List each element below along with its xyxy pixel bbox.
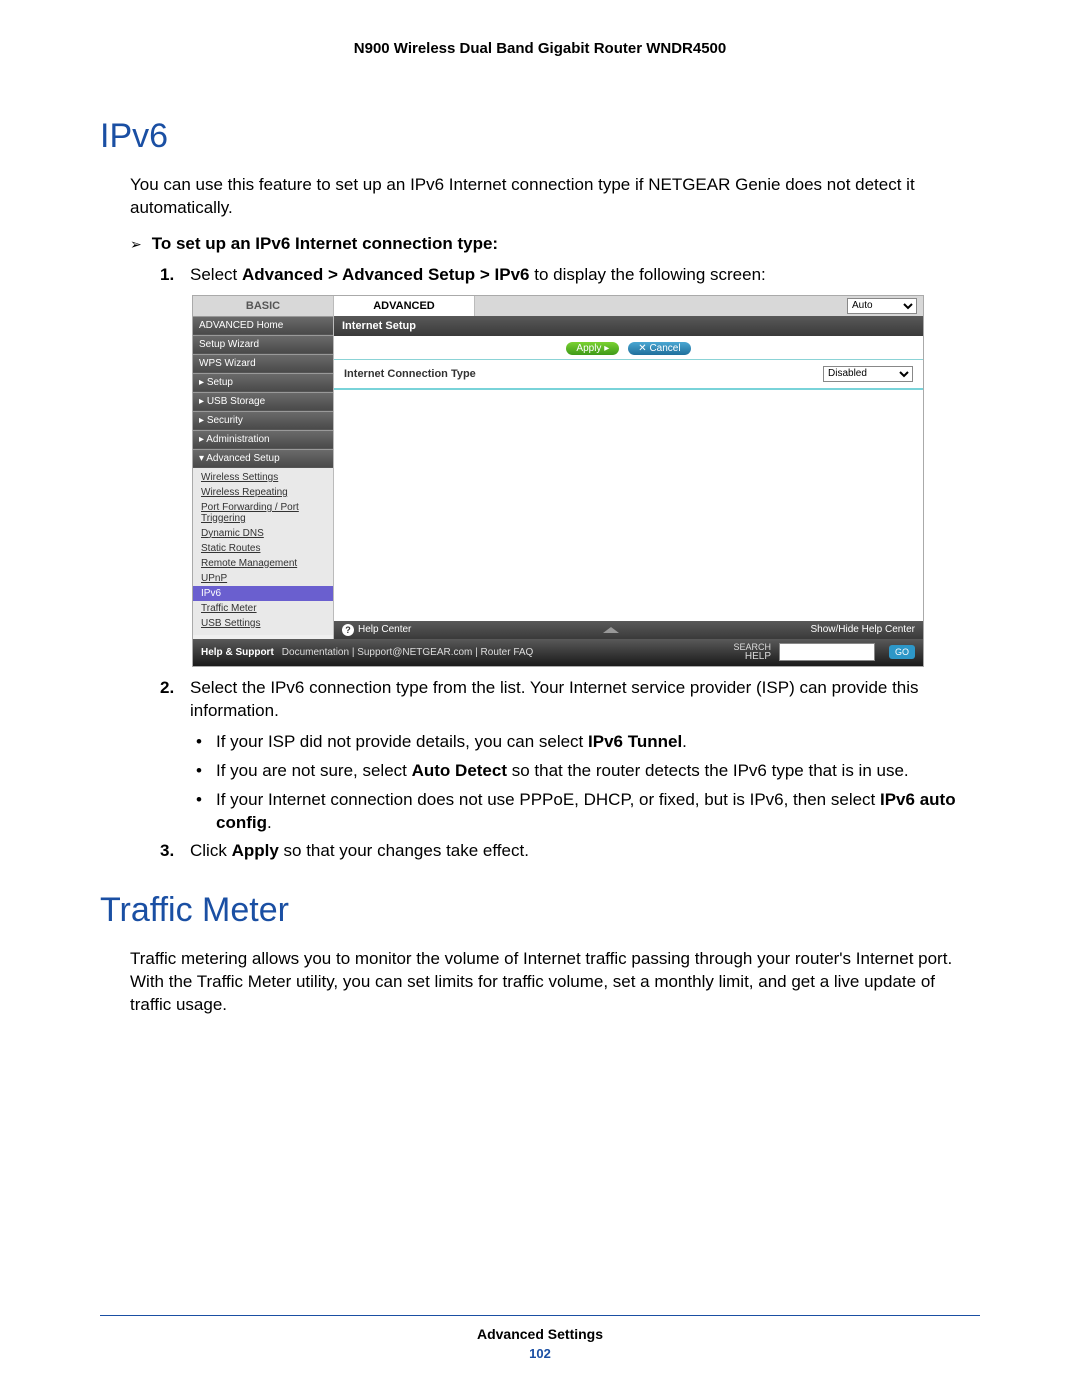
step2-text: Select the IPv6 connection type from the… — [190, 677, 980, 723]
subnav-static-routes[interactable]: Static Routes — [199, 541, 333, 556]
step-number: 2. — [160, 677, 180, 723]
sub-bullet-2: • If you are not sure, select Auto Detec… — [196, 760, 980, 783]
traffic-meter-body: Traffic metering allows you to monitor t… — [130, 948, 980, 1017]
sidebar-setup[interactable]: Setup — [193, 373, 333, 392]
help-toggle[interactable]: Show/Hide Help Center — [810, 624, 915, 635]
tab-advanced[interactable]: ADVANCED — [334, 296, 475, 316]
sub-bullet-1: • If your ISP did not provide details, y… — [196, 731, 980, 754]
sidebar-usb-storage[interactable]: USB Storage — [193, 392, 333, 411]
sb1-bold: IPv6 Tunnel — [588, 732, 682, 751]
step3-prefix: Click — [190, 841, 232, 860]
subnav-wireless-repeating[interactable]: Wireless Repeating — [199, 485, 333, 500]
footer-rule — [100, 1315, 980, 1316]
sidebar-security[interactable]: Security — [193, 411, 333, 430]
connection-type-select[interactable]: Disabled — [823, 366, 913, 382]
sub-bullet-3: • If your Internet connection does not u… — [196, 789, 980, 835]
section-heading-traffic-meter: Traffic Meter — [100, 891, 980, 930]
sb3-prefix: If your Internet connection does not use… — [216, 790, 880, 809]
main-panel: Internet Setup Apply ▸ ✕ Cancel Internet… — [334, 316, 923, 639]
tab-basic[interactable]: BASIC — [193, 296, 334, 316]
sidebar-setup-wizard[interactable]: Setup Wizard — [193, 335, 333, 354]
help-bar: ? Help Center Show/Hide Help Center — [334, 621, 923, 639]
subnav-wireless-settings[interactable]: Wireless Settings — [199, 470, 333, 485]
doc-header: N900 Wireless Dual Band Gigabit Router W… — [100, 40, 980, 57]
step-number: 3. — [160, 840, 180, 863]
step1-prefix: Select — [190, 265, 242, 284]
language-select[interactable]: Auto — [847, 298, 917, 314]
help-support-label: Help & Support — [201, 647, 274, 658]
task-heading: ➢ To set up an IPv6 Internet connection … — [130, 234, 980, 254]
footer-title: Advanced Settings — [100, 1326, 980, 1342]
bullet-icon: • — [196, 760, 202, 783]
section-heading-ipv6: IPv6 — [100, 117, 980, 156]
search-help-label: SEARCH HELP — [733, 643, 771, 662]
step1-suffix: to display the following screen: — [530, 265, 766, 284]
bullet-icon: • — [196, 789, 202, 835]
subnav-upnp[interactable]: UPnP — [199, 571, 333, 586]
step-3: 3. Click Apply so that your changes take… — [160, 840, 980, 863]
search-input[interactable] — [779, 643, 875, 661]
button-row: Apply ▸ ✕ Cancel — [334, 336, 923, 360]
subnav-traffic-meter[interactable]: Traffic Meter — [199, 601, 333, 616]
step1-path: Advanced > Advanced Setup > IPv6 — [242, 265, 530, 284]
sidebar-subnav: Wireless Settings Wireless Repeating Por… — [193, 468, 333, 635]
ui-footer: Help & Support Documentation | Support@N… — [193, 639, 923, 666]
subnav-dynamic-dns[interactable]: Dynamic DNS — [199, 526, 333, 541]
subnav-usb-settings[interactable]: USB Settings — [199, 616, 333, 631]
help-center-label[interactable]: Help Center — [358, 624, 411, 635]
apply-button[interactable]: Apply ▸ — [566, 342, 619, 355]
subnav-port-forwarding[interactable]: Port Forwarding / Port Triggering — [199, 500, 333, 526]
sb1-prefix: If your ISP did not provide details, you… — [216, 732, 588, 751]
tab-spacer — [475, 296, 847, 316]
subnav-ipv6[interactable]: IPv6 — [193, 586, 333, 601]
sidebar-advanced-setup[interactable]: Advanced Setup — [193, 449, 333, 468]
step3-bold: Apply — [232, 841, 279, 860]
ui-top-tabs: BASIC ADVANCED Auto — [193, 296, 923, 316]
step3-suffix: so that your changes take effect. — [279, 841, 529, 860]
step-2: 2. Select the IPv6 connection type from … — [160, 677, 980, 723]
help-support-links[interactable]: Documentation | Support@NETGEAR.com | Ro… — [282, 647, 534, 658]
sb2-bold: Auto Detect — [412, 761, 507, 780]
ipv6-intro: You can use this feature to set up an IP… — [130, 174, 980, 220]
step-1: 1. Select Advanced > Advanced Setup > IP… — [160, 264, 980, 287]
subnav-remote-management[interactable]: Remote Management — [199, 556, 333, 571]
step-number: 1. — [160, 264, 180, 287]
bullet-icon: • — [196, 731, 202, 754]
page-footer: Advanced Settings 102 — [100, 1315, 980, 1361]
sidebar-wps-wizard[interactable]: WPS Wizard — [193, 354, 333, 373]
go-button[interactable]: GO — [889, 645, 915, 659]
sidebar: ADVANCED Home Setup Wizard WPS Wizard Se… — [193, 316, 334, 639]
help-icon: ? — [342, 624, 354, 636]
cancel-button[interactable]: ✕ Cancel — [628, 342, 690, 355]
panel-title: Internet Setup — [334, 316, 923, 336]
connection-type-label: Internet Connection Type — [344, 368, 476, 380]
sidebar-administration[interactable]: Administration — [193, 430, 333, 449]
sb2-suffix: so that the router detects the IPv6 type… — [507, 761, 909, 780]
sb1-suffix: . — [682, 732, 687, 751]
sb3-suffix: . — [267, 813, 272, 832]
footer-page-number: 102 — [100, 1346, 980, 1361]
router-ui-screenshot: BASIC ADVANCED Auto ADVANCED Home Setup … — [192, 295, 924, 667]
arrow-icon: ➢ — [130, 234, 142, 253]
chevron-up-icon[interactable] — [603, 627, 619, 633]
sb2-prefix: If you are not sure, select — [216, 761, 412, 780]
sidebar-advanced-home[interactable]: ADVANCED Home — [193, 316, 333, 335]
task-heading-text: To set up an IPv6 Internet connection ty… — [152, 234, 498, 254]
panel-body — [334, 390, 923, 621]
connection-type-row: Internet Connection Type Disabled — [334, 360, 923, 390]
